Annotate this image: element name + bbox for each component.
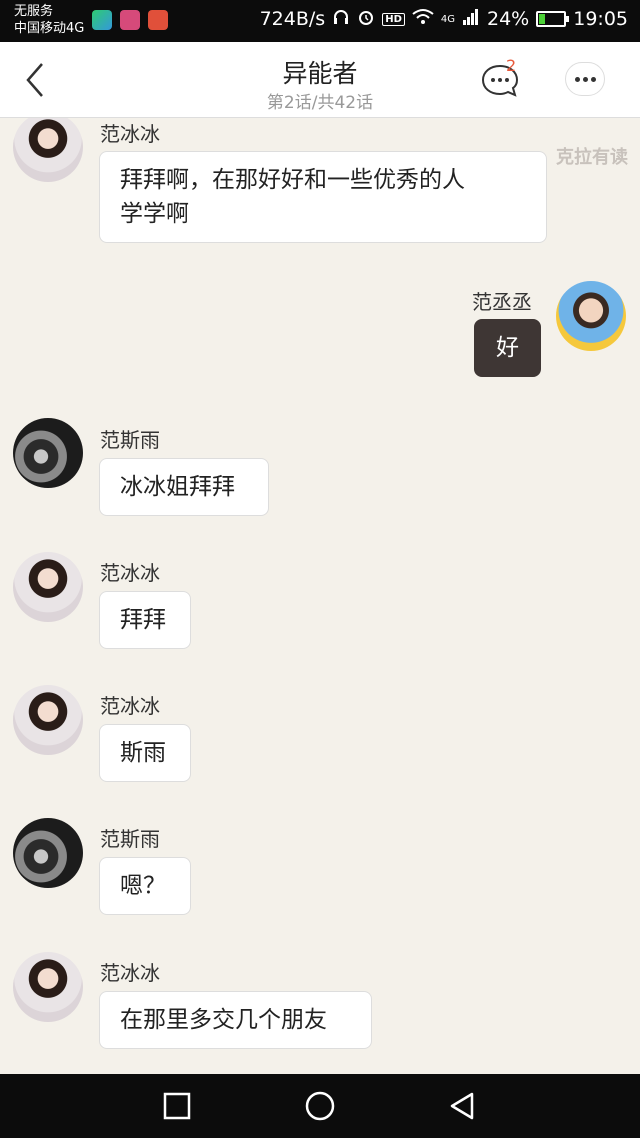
avatar-bingbing[interactable] bbox=[13, 118, 83, 182]
watermark: 克拉有读 bbox=[556, 147, 628, 168]
carrier-line-2: 中国移动4G bbox=[14, 21, 85, 36]
battery-percent: 24% bbox=[487, 8, 530, 30]
notification-icons bbox=[92, 10, 168, 30]
message-line: 学学啊 bbox=[120, 201, 189, 227]
chapter-progress: 第2话/共42话 bbox=[266, 93, 374, 113]
sender-name: 范冰冰 bbox=[100, 561, 160, 585]
clock: 19:05 bbox=[573, 8, 628, 30]
comment-count-badge: 2 bbox=[506, 56, 517, 75]
avatar-chengcheng[interactable] bbox=[556, 281, 626, 351]
triangle-back-icon bbox=[450, 1092, 474, 1120]
message-bubble[interactable]: 拜拜 bbox=[99, 591, 191, 649]
message-line: 拜拜啊，在那好好和一些优秀的人 bbox=[120, 167, 465, 193]
dot-icon bbox=[583, 77, 588, 82]
wifi-icon bbox=[412, 8, 434, 30]
system-nav-bar bbox=[0, 1074, 640, 1138]
message-bubble[interactable]: 冰冰姐拜拜 bbox=[99, 458, 269, 516]
sender-name: 范冰冰 bbox=[100, 961, 160, 985]
net-speed: 724B/s bbox=[259, 8, 326, 30]
avatar-bingbing[interactable] bbox=[13, 552, 83, 622]
avatar-siyu[interactable] bbox=[13, 818, 83, 888]
avatar-bingbing[interactable] bbox=[13, 685, 83, 755]
sender-name: 范斯雨 bbox=[100, 827, 160, 851]
more-options-button[interactable] bbox=[565, 62, 605, 96]
headphone-icon bbox=[332, 8, 350, 30]
alarm-icon bbox=[357, 8, 375, 30]
status-bar: 无服务 中国移动4G 724B/s HD 4G 24% 19:05 bbox=[0, 0, 640, 42]
message-bubble[interactable]: 在那里多交几个朋友 bbox=[99, 991, 372, 1049]
recents-button[interactable] bbox=[161, 1090, 193, 1122]
square-icon bbox=[163, 1092, 191, 1120]
message-bubble[interactable]: 拜拜啊，在那好好和一些优秀的人 学学啊 bbox=[99, 151, 547, 243]
signal-icon bbox=[462, 8, 480, 30]
sender-name: 范冰冰 bbox=[100, 694, 160, 718]
message-bubble[interactable]: 斯雨 bbox=[99, 724, 191, 782]
lolo-app-icon bbox=[120, 10, 140, 30]
mail-app-icon bbox=[148, 10, 168, 30]
home-button[interactable] bbox=[304, 1090, 336, 1122]
dot-icon bbox=[591, 77, 596, 82]
circle-icon bbox=[305, 1091, 335, 1121]
sender-name: 范斯雨 bbox=[100, 428, 160, 452]
dot-icon bbox=[575, 77, 580, 82]
carrier-info: 无服务 中国移动4G bbox=[14, 3, 84, 37]
carrier-line-1: 无服务 bbox=[14, 4, 54, 19]
sender-name: 范冰冰 bbox=[100, 122, 160, 146]
network-type: 4G bbox=[440, 13, 455, 25]
avatar-bingbing[interactable] bbox=[13, 952, 83, 1022]
battery-icon bbox=[536, 11, 570, 27]
message-bubble-self[interactable]: 好 bbox=[474, 319, 541, 377]
status-right: 724B/s HD 4G 24% 19:05 bbox=[260, 8, 628, 30]
avatar-siyu[interactable] bbox=[13, 418, 83, 488]
video-app-icon bbox=[92, 10, 112, 30]
chapter-header: 异能者 第2话/共42话 2 bbox=[0, 42, 640, 118]
sender-name: 范丞丞 bbox=[472, 290, 532, 314]
message-bubble[interactable]: 嗯？ bbox=[99, 857, 191, 915]
nav-back-button[interactable] bbox=[446, 1090, 478, 1122]
page-title: 异能者 bbox=[282, 59, 358, 88]
chat-area[interactable]: 范冰冰 拜拜啊，在那好好和一些优秀的人 学学啊 范丞丞 好 范斯雨 冰冰姐拜拜 … bbox=[0, 118, 640, 1074]
battery-fill bbox=[539, 14, 545, 24]
hd-icon: HD bbox=[382, 12, 405, 26]
